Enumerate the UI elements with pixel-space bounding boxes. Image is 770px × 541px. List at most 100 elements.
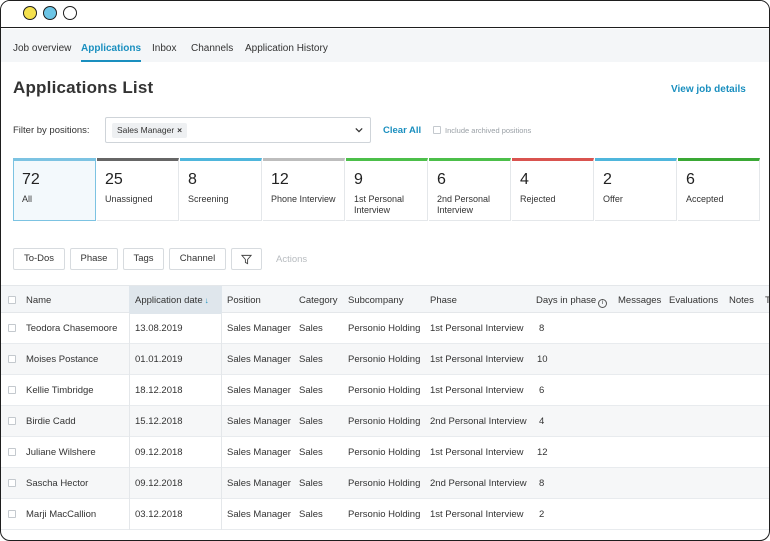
table-row[interactable]: Juliane Wilshere 09.12.2018 Sales Manage…: [1, 437, 769, 468]
tab-inbox[interactable]: Inbox: [152, 43, 176, 60]
col-header-subcompany[interactable]: Subcompany: [348, 295, 403, 306]
stage-count: 12: [271, 171, 289, 188]
stage-count: 6: [437, 171, 446, 188]
cell-days: 12: [537, 447, 548, 458]
table-row[interactable]: Kellie Timbridge 18.12.2018 Sales Manage…: [1, 375, 769, 406]
tags-filter-button[interactable]: Tags: [123, 248, 164, 270]
stage-count: 4: [520, 171, 529, 188]
stage-card-all[interactable]: 72 All: [13, 158, 96, 221]
cell-position: Sales Manager: [227, 416, 291, 427]
cell-phase: 2nd Personal Interview: [430, 478, 527, 489]
title-bar: [1, 1, 769, 28]
tab-channels[interactable]: Channels: [191, 43, 233, 60]
channel-filter-button[interactable]: Channel: [169, 248, 226, 270]
cell-name[interactable]: Sascha Hector: [26, 478, 88, 489]
table-row[interactable]: Moises Postance 01.01.2019 Sales Manager…: [1, 344, 769, 375]
table-row[interactable]: Teodora Chasemoore 13.08.2019 Sales Mana…: [1, 313, 769, 344]
stage-card-unassigned[interactable]: 25 Unassigned: [97, 158, 179, 221]
stage-name: Phone Interview: [271, 194, 336, 204]
stage-name: 2nd Personal Interview: [437, 194, 491, 215]
col-header-messages[interactable]: Messages: [618, 295, 661, 306]
funnel-icon: [240, 254, 253, 265]
stage-card-1st-personal-interview[interactable]: 9 1st Personal Interview: [346, 158, 428, 221]
cell-name[interactable]: Moises Postance: [26, 354, 98, 365]
row-checkbox[interactable]: [8, 355, 16, 363]
stage-card-screening[interactable]: 8 Screening: [180, 158, 262, 221]
cell-date: 13.08.2019: [135, 323, 183, 334]
stage-name: Accepted: [686, 194, 724, 204]
cell-days: 10: [537, 354, 548, 365]
stage-card-phone-interview[interactable]: 12 Phone Interview: [263, 158, 345, 221]
filter-chip: Sales Manager ×: [112, 123, 188, 138]
cell-days: 8: [539, 323, 545, 334]
cell-name[interactable]: Teodora Chasemoore: [26, 323, 117, 334]
table-row[interactable]: Birdie Cadd 15.12.2018 Sales Manager Sal…: [1, 406, 769, 437]
table-row[interactable]: Marji MacCallion 03.12.2018 Sales Manage…: [1, 499, 769, 530]
cell-name[interactable]: Birdie Cadd: [26, 416, 76, 427]
col-header-days-in-phase[interactable]: Days in phase i: [536, 295, 608, 308]
stage-card-2nd-personal-interview[interactable]: 6 2nd Personal Interview: [429, 158, 511, 221]
cell-position: Sales Manager: [227, 385, 291, 396]
cell-date: 03.12.2018: [135, 509, 183, 520]
row-checkbox[interactable]: [8, 386, 16, 394]
col-header-overflow[interactable]: T: [765, 295, 769, 306]
cell-phase: 2nd Personal Interview: [430, 416, 527, 427]
row-checkbox[interactable]: [8, 479, 16, 487]
cell-name[interactable]: Juliane Wilshere: [26, 447, 96, 458]
tab-job-overview[interactable]: Job overview: [13, 43, 71, 60]
page-title: Applications List: [13, 78, 154, 97]
stage-count: 72: [22, 171, 40, 188]
col-header-position[interactable]: Position: [227, 295, 261, 306]
select-all-checkbox[interactable]: [8, 296, 16, 304]
row-checkbox[interactable]: [8, 510, 16, 518]
cell-days: 2: [539, 509, 545, 520]
cell-subcompany: Personio Holding: [348, 416, 421, 427]
tab-application-history[interactable]: Application History: [245, 43, 328, 60]
col-header-category[interactable]: Category: [299, 295, 338, 306]
col-header-name[interactable]: Name: [26, 295, 51, 306]
phase-filter-button[interactable]: Phase: [70, 248, 118, 270]
cell-position: Sales Manager: [227, 323, 291, 334]
position-filter-select[interactable]: Sales Manager ×: [105, 117, 371, 143]
todos-filter-button[interactable]: To-Dos: [13, 248, 65, 270]
cell-date: 15.12.2018: [135, 416, 183, 427]
include-archived-checkbox[interactable]: [433, 126, 441, 134]
cell-position: Sales Manager: [227, 478, 291, 489]
chip-remove-icon[interactable]: ×: [177, 125, 182, 135]
top-nav: Job overview Applications Inbox Channels…: [1, 29, 769, 62]
stage-name: Rejected: [520, 194, 556, 204]
window-maximize-dot[interactable]: [43, 6, 57, 20]
col-header-application-date-label: Application date: [135, 295, 203, 306]
table-row[interactable]: Sascha Hector 09.12.2018 Sales Manager S…: [1, 468, 769, 499]
stage-card-offer[interactable]: 2 Offer: [595, 158, 677, 221]
cell-category: Sales: [299, 447, 323, 458]
row-checkbox[interactable]: [8, 417, 16, 425]
cell-position: Sales Manager: [227, 354, 291, 365]
info-icon[interactable]: i: [598, 299, 608, 308]
col-header-application-date[interactable]: Application date ↓: [135, 295, 209, 306]
col-header-notes[interactable]: Notes: [729, 295, 754, 306]
cell-category: Sales: [299, 354, 323, 365]
cell-name[interactable]: Marji MacCallion: [26, 509, 96, 520]
actions-button[interactable]: Actions: [276, 254, 307, 265]
window-close-dot[interactable]: [63, 6, 77, 20]
row-checkbox[interactable]: [8, 324, 16, 332]
stage-card-accepted[interactable]: 6 Accepted: [678, 158, 760, 221]
stage-name: Offer: [603, 194, 623, 204]
filter-button[interactable]: [231, 248, 262, 270]
col-header-evaluations[interactable]: Evaluations: [669, 295, 718, 306]
cell-name[interactable]: Kellie Timbridge: [26, 385, 94, 396]
stage-name: 1st Personal Interview: [354, 194, 405, 215]
cell-category: Sales: [299, 509, 323, 520]
stage-card-rejected[interactable]: 4 Rejected: [512, 158, 594, 221]
tab-applications[interactable]: Applications: [81, 43, 142, 62]
row-checkbox[interactable]: [8, 448, 16, 456]
clear-all-link[interactable]: Clear All: [383, 125, 421, 136]
cell-date: 18.12.2018: [135, 385, 183, 396]
window-minimize-dot[interactable]: [23, 6, 37, 20]
col-header-phase[interactable]: Phase: [430, 295, 457, 306]
chevron-down-icon[interactable]: [355, 126, 363, 134]
view-job-details-link[interactable]: View job details: [671, 84, 746, 95]
stage-name: All: [22, 194, 33, 204]
cell-phase: 1st Personal Interview: [430, 354, 524, 365]
